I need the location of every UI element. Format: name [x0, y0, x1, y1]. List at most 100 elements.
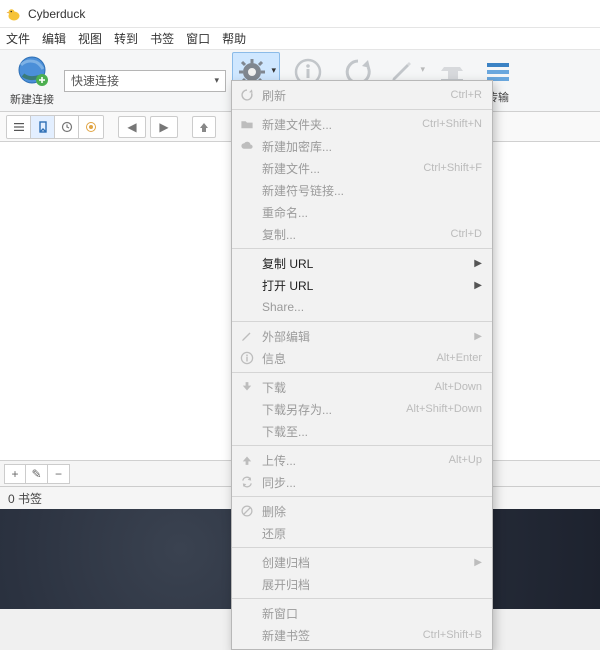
menu-item-shortcut: Ctrl+R [451, 89, 482, 101]
menu-item-label: 打开 URL [262, 277, 468, 294]
menu-item: 新建加密库... [232, 135, 492, 157]
menu-item[interactable]: 打开 URL ▶ [232, 274, 492, 296]
refresh-icon [238, 86, 256, 104]
menu-item-label: 同步... [262, 474, 482, 491]
forbid-icon [238, 502, 256, 520]
menu-separator [232, 547, 492, 548]
info-icon [238, 349, 256, 367]
menu-separator [232, 598, 492, 599]
menu-item-label: 删除 [262, 503, 482, 520]
menu-item: 新建书签 Ctrl+Shift+B [232, 624, 492, 646]
menu-item-shortcut: Alt+Down [435, 381, 482, 393]
folder-icon [238, 115, 256, 133]
menu-item[interactable]: 复制 URL ▶ [232, 252, 492, 274]
menu-item-label: Share... [262, 300, 482, 314]
submenu-arrow-icon: ▶ [474, 280, 482, 291]
globe-icon [15, 55, 49, 89]
menu-item: 展开归档 [232, 573, 492, 595]
upload-icon [238, 451, 256, 469]
menu-item-label: 新建符号链接... [262, 182, 482, 199]
view-list-button[interactable] [7, 116, 31, 138]
blank-icon [238, 276, 256, 294]
blank-icon [238, 203, 256, 221]
menu-item-label: 新建文件夹... [262, 116, 416, 133]
menu-separator [232, 496, 492, 497]
menu-item-label: 新建加密库... [262, 138, 482, 155]
menu-separator [232, 321, 492, 322]
menu-item: 新建文件夹...Ctrl+Shift+N [232, 113, 492, 135]
menu-item-label: 新建书签 [262, 627, 417, 644]
submenu-arrow-icon: ▶ [474, 557, 482, 568]
menu-item: 下载Alt+Down [232, 376, 492, 398]
menu-item: 信息 Alt+Enter [232, 347, 492, 369]
menu-item-label: 创建归档 [262, 554, 468, 571]
menu-item-label: 上传... [262, 452, 443, 469]
blank-icon [238, 181, 256, 199]
menu-item: 创建归档 ▶ [232, 551, 492, 573]
menu-view[interactable]: 视图 [78, 30, 102, 47]
new-connection-button[interactable]: 新建连接 [6, 52, 58, 110]
menu-item: 下载至... [232, 420, 492, 442]
menu-item-label: 信息 [262, 350, 430, 367]
menu-item: 新窗口 [232, 602, 492, 624]
menu-item-shortcut: Alt+Shift+Down [406, 403, 482, 415]
new-connection-label: 新建连接 [10, 91, 54, 107]
menu-item: 还原 [232, 522, 492, 544]
blank-icon [238, 400, 256, 418]
menu-item-label: 复制... [262, 226, 445, 243]
menu-item: 上传... Alt+Up [232, 449, 492, 471]
nav-back-button[interactable]: ◀ [118, 116, 146, 138]
menu-file[interactable]: 文件 [6, 30, 30, 47]
menu-help[interactable]: 帮助 [222, 30, 246, 47]
menu-item-shortcut: Alt+Up [449, 454, 482, 466]
menu-go[interactable]: 转到 [114, 30, 138, 47]
blank-icon [238, 159, 256, 177]
remove-bookmark-button[interactable]: − [48, 464, 70, 484]
menu-item-shortcut: Ctrl+Shift+B [423, 629, 482, 641]
menu-item-label: 重命名... [262, 204, 482, 221]
menu-item-label: 展开归档 [262, 576, 482, 593]
blank-icon [238, 575, 256, 593]
menu-item-label: 新建文件... [262, 160, 417, 177]
menu-separator [232, 109, 492, 110]
titlebar: Cyberduck [0, 0, 600, 28]
menu-edit[interactable]: 编辑 [42, 30, 66, 47]
view-bookmarks-button[interactable] [31, 116, 55, 138]
menu-item: 复制...Ctrl+D [232, 223, 492, 245]
submenu-arrow-icon: ▶ [474, 258, 482, 269]
blank-icon [238, 553, 256, 571]
nav-up-button[interactable] [192, 116, 216, 138]
menu-item-shortcut: Alt+Enter [436, 352, 482, 364]
menu-item: 新建符号链接... [232, 179, 492, 201]
blank-icon [238, 298, 256, 316]
menu-item-label: 还原 [262, 525, 482, 542]
menu-item-label: 下载另存为... [262, 401, 400, 418]
menu-item-shortcut: Ctrl+Shift+F [423, 162, 482, 174]
menu-bookmark[interactable]: 书签 [150, 30, 174, 47]
cloud-icon [238, 137, 256, 155]
blank-icon [238, 225, 256, 243]
menu-item: 下载另存为... Alt+Shift+Down [232, 398, 492, 420]
view-history-button[interactable] [55, 116, 79, 138]
app-icon [6, 6, 22, 22]
menu-item-label: 刷新 [262, 87, 445, 104]
status-text: 0 书签 [8, 490, 42, 507]
quick-connect-placeholder: 快速连接 [71, 72, 119, 89]
menu-window[interactable]: 窗口 [186, 30, 210, 47]
menu-item: 重命名... [232, 201, 492, 223]
edit-bookmark-button[interactable]: ✎ [26, 464, 48, 484]
blank-icon [238, 254, 256, 272]
window-title: Cyberduck [28, 7, 85, 21]
add-bookmark-button[interactable]: + [4, 464, 26, 484]
submenu-arrow-icon: ▶ [474, 331, 482, 342]
view-bonjour-button[interactable] [79, 116, 103, 138]
blank-icon [238, 524, 256, 542]
quick-connect-combo[interactable]: 快速连接 [64, 70, 226, 92]
menu-item: 删除 [232, 500, 492, 522]
pencil-icon [238, 327, 256, 345]
blank-icon [238, 604, 256, 622]
nav-forward-button[interactable]: ▶ [150, 116, 178, 138]
menu-separator [232, 248, 492, 249]
menu-item-label: 复制 URL [262, 255, 468, 272]
menu-item: Share... [232, 296, 492, 318]
